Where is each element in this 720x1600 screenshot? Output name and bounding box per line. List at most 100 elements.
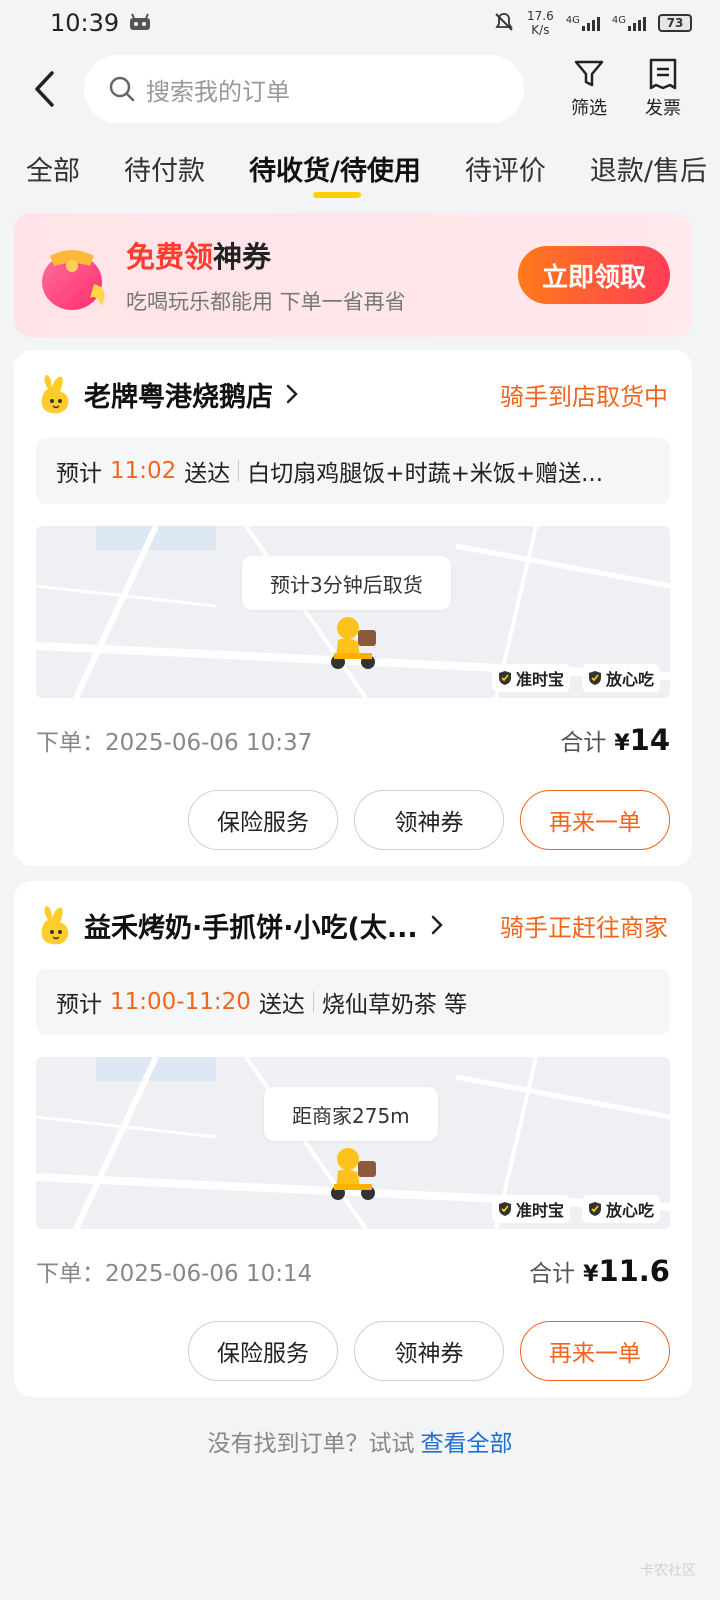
filter-label: 筛选 [571, 98, 607, 119]
banner-subtitle: 吃喝玩乐都能用 下单一省再省 [126, 290, 406, 314]
chevron-right-icon [286, 384, 298, 404]
network-type-2: 4G [611, 15, 626, 26]
invoice-label: 发票 [645, 98, 681, 119]
search-input[interactable]: 搜索我的订单 [84, 55, 524, 123]
eta-prefix: 预计 [56, 461, 102, 487]
tab-pending-payment-label: 待付款 [124, 155, 205, 187]
divider [312, 991, 314, 1013]
eta-time: 11:00-11:20 [110, 989, 251, 1015]
tab-all[interactable]: 全部 [26, 149, 80, 188]
insurance-button[interactable]: 保险服务 [188, 1321, 338, 1381]
rider-map[interactable]: 预计3分钟后取货 准时宝 放心吃 [36, 526, 670, 698]
order-status: 骑手到店取货中 [500, 382, 668, 411]
eta-suffix: 送达 [184, 461, 231, 487]
tab-pending-receipt-label: 待收货/待使用 [249, 155, 421, 187]
map-bubble: 距商家275m [264, 1087, 438, 1141]
tab-pending-review[interactable]: 待评价 [465, 149, 546, 188]
total-label: 合计 [529, 1261, 576, 1287]
divider [238, 460, 240, 482]
banner-title-highlight: 免费领 [126, 240, 214, 274]
footer-text: 没有找到订单？试试 [207, 1431, 415, 1457]
battery-icon: 73 [658, 14, 692, 32]
status-time: 10:39 [50, 9, 120, 37]
safe-food-badge-label: 放心吃 [605, 670, 654, 689]
net-speed-value: 17.6 [527, 9, 554, 23]
footer-hint: 没有找到订单？试试 查看全部 [0, 1424, 720, 1458]
tab-refund[interactable]: 退款/售后 [590, 149, 707, 188]
app-notification-icon [129, 9, 151, 37]
eta-time: 11:02 [110, 458, 177, 484]
tab-pending-receipt[interactable]: 待收货/待使用 [249, 149, 421, 198]
order-card[interactable]: 老牌粤港烧鹅店 骑手到店取货中 预计 11:02 送达 白切扇鸡腿饭+时蔬+米饭… [14, 350, 692, 866]
order-items: 白切扇鸡腿饭+时蔬+米饭+赠送... [247, 461, 604, 487]
total-amount: 14 [629, 723, 670, 757]
reorder-button[interactable]: 再来一单 [520, 1321, 670, 1381]
view-all-link[interactable]: 查看全部 [421, 1431, 513, 1457]
on-time-badge: 准时宝 [491, 664, 570, 692]
chevron-right-icon [431, 915, 443, 935]
get-coupon-button[interactable]: 领神券 [354, 790, 504, 850]
claim-now-button[interactable]: 立即领取 [518, 246, 670, 304]
tab-pending-review-label: 待评价 [464, 155, 546, 187]
network-type-1: 4G [565, 15, 580, 26]
rider-map[interactable]: 距商家275m 准时宝 放心吃 [36, 1057, 670, 1229]
store-logo-icon [41, 906, 69, 945]
delivery-info: 预计 11:00-11:20 送达 烧仙草奶茶 等 [36, 969, 670, 1035]
safe-food-badge: 放心吃 [581, 664, 660, 692]
invoice-button[interactable]: 发票 [626, 58, 700, 120]
reorder-button[interactable]: 再来一单 [520, 790, 670, 850]
order-time: 下单：2025-06-06 10:37 [36, 730, 313, 756]
signal-icon-1: 4G [566, 15, 600, 31]
tab-pending-payment[interactable]: 待付款 [124, 149, 205, 188]
invoice-icon [649, 58, 677, 90]
eta-suffix: 送达 [258, 992, 305, 1018]
coupon-banner[interactable]: 免费领神券 吃喝玩乐都能用 下单一省再省 立即领取 [14, 213, 692, 337]
order-total: 合计 ¥ 11.6 [529, 1254, 670, 1288]
currency-symbol: ¥ [583, 1262, 599, 1287]
order-time: 下单：2025-06-06 10:14 [36, 1261, 313, 1287]
total-amount: 11.6 [598, 1254, 670, 1288]
coupon-bag-icon [36, 236, 114, 314]
order-items: 烧仙草奶茶 等 [321, 992, 468, 1018]
mute-icon [493, 11, 515, 36]
header: 搜索我的订单 筛选 发票 [0, 46, 720, 132]
store-name[interactable]: 老牌粤港烧鹅店 [84, 375, 273, 414]
watermark: 卡农社区 [640, 1563, 696, 1579]
shield-icon [498, 671, 511, 685]
on-time-badge: 准时宝 [491, 1195, 570, 1223]
delivery-info: 预计 11:02 送达 白切扇鸡腿饭+时蔬+米饭+赠送... [36, 438, 670, 504]
rider-icon [331, 1148, 376, 1200]
store-name[interactable]: 益禾烤奶·手抓饼·小吃(太... [84, 906, 418, 945]
banner-title: 免费领神券 [126, 234, 406, 276]
back-button[interactable] [24, 69, 64, 109]
filter-button[interactable]: 筛选 [552, 58, 626, 120]
safe-food-badge: 放心吃 [581, 1195, 660, 1223]
tab-refund-label: 退款/售后 [589, 155, 707, 187]
store-logo-icon [41, 375, 69, 414]
signal-icon-2: 4G [612, 15, 646, 31]
net-speed: 17.6 K/s [527, 9, 554, 37]
search-icon [109, 76, 135, 102]
tab-all-label: 全部 [26, 155, 80, 187]
banner-title-rest: 神券 [213, 240, 272, 274]
safe-food-badge-label: 放心吃 [605, 1201, 654, 1220]
net-speed-unit: K/s [531, 23, 550, 37]
map-bubble: 预计3分钟后取货 [242, 556, 451, 610]
shield-icon [588, 1202, 601, 1216]
on-time-badge-label: 准时宝 [515, 1201, 564, 1220]
currency-symbol: ¥ [614, 731, 630, 756]
order-tabs: 全部 待付款 待收货/待使用 待评价 退款/售后 [0, 132, 720, 204]
total-label: 合计 [560, 730, 607, 756]
shield-icon [588, 671, 601, 685]
shield-icon [498, 1202, 511, 1216]
get-coupon-button[interactable]: 领神券 [354, 1321, 504, 1381]
status-bar: 10:39 17.6 K/s 4G 4G 73 [0, 0, 720, 46]
order-card[interactable]: 益禾烤奶·手抓饼·小吃(太... 骑手正赶往商家 预计 11:00-11:20 … [14, 881, 692, 1397]
order-status: 骑手正赶往商家 [500, 913, 668, 942]
chevron-left-icon [35, 71, 54, 107]
search-placeholder: 搜索我的订单 [146, 77, 290, 106]
on-time-badge-label: 准时宝 [515, 670, 564, 689]
insurance-button[interactable]: 保险服务 [188, 790, 338, 850]
tab-active-indicator [313, 191, 361, 198]
filter-icon [574, 60, 604, 87]
